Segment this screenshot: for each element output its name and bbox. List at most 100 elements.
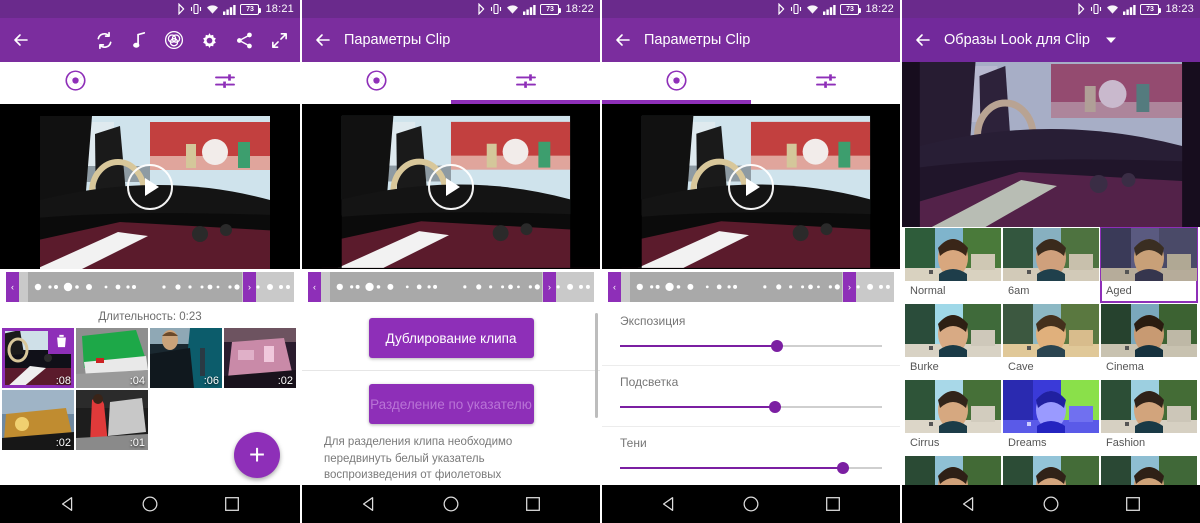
tab-adjust[interactable] <box>451 62 600 104</box>
look-preset-item[interactable]: Cave <box>1003 304 1099 378</box>
nav-back-icon[interactable] <box>58 494 78 514</box>
clip-thumbnail[interactable]: :04 <box>76 328 148 388</box>
slider-knob[interactable] <box>836 462 849 474</box>
split-at-playhead-button[interactable]: Разделение по указателю <box>368 384 534 424</box>
look-preset-item[interactable]: Normal <box>905 228 1001 302</box>
look-video-preview[interactable] <box>902 62 1200 227</box>
expand-icon[interactable] <box>268 29 290 51</box>
scrubber-handle-left[interactable]: ‹ <box>6 272 19 302</box>
look-preset-item-selected[interactable]: Aged <box>1100 227 1198 303</box>
timeline-scrubber[interactable]: ‹ › <box>0 269 300 305</box>
look-preset-item[interactable]: Burke <box>905 304 1001 378</box>
shadows-slider[interactable] <box>620 462 882 474</box>
clip-thumbnail[interactable]: :01 <box>76 390 148 450</box>
back-arrow-icon[interactable] <box>312 29 334 51</box>
clip-thumbnail[interactable]: :02 <box>2 390 74 450</box>
nav-home-icon[interactable] <box>1041 494 1061 514</box>
video-preview[interactable] <box>602 104 900 269</box>
scrubber-handle-right[interactable]: › <box>843 272 856 302</box>
look-name: Cinema <box>1101 357 1197 378</box>
look-preset-item[interactable]: Dreams <box>1003 380 1099 454</box>
battery-level: 73 <box>246 5 254 13</box>
duration-label: Длительность: 0:23 <box>98 311 202 323</box>
nav-back-icon[interactable] <box>959 494 979 514</box>
clip-options-pane: Дублирование клипа Разделение по указате… <box>302 305 600 501</box>
delete-clip-button[interactable] <box>48 328 74 354</box>
vertical-scrollbar[interactable] <box>595 313 598 418</box>
scrubber-track[interactable]: ‹ › <box>608 272 894 302</box>
status-clock: 18:22 <box>865 3 894 15</box>
play-icon[interactable] <box>728 163 774 210</box>
exposure-slider[interactable] <box>620 340 882 352</box>
clip-thumbnail[interactable]: :02 <box>224 328 296 388</box>
gear-icon[interactable] <box>198 29 220 51</box>
sync-icon[interactable] <box>93 29 115 51</box>
scrubber-handle-right[interactable]: › <box>543 272 556 302</box>
scrubber-track[interactable]: ‹ › <box>6 272 294 302</box>
tab-bar <box>302 62 600 104</box>
play-icon[interactable] <box>428 163 474 210</box>
slider-knob[interactable] <box>768 401 781 413</box>
look-name: Burke <box>905 357 1001 378</box>
toolbar-icons <box>93 29 290 51</box>
video-preview[interactable] <box>0 104 300 269</box>
nav-home-icon[interactable] <box>140 494 160 514</box>
back-arrow-icon[interactable] <box>612 29 634 51</box>
video-preview[interactable] <box>302 104 600 269</box>
nav-home-icon[interactable] <box>741 494 761 514</box>
look-preset-item[interactable]: 6am <box>1003 228 1099 302</box>
scrubber-track[interactable]: ‹ › <box>308 272 594 302</box>
color-blend-icon[interactable] <box>163 29 185 51</box>
clip-thumbnail[interactable]: :06 <box>150 328 222 388</box>
look-name: Cirrus <box>905 433 1001 454</box>
tab-adjust[interactable] <box>751 62 900 104</box>
look-preset-item[interactable]: Cirrus <box>905 380 1001 454</box>
slider-knob[interactable] <box>771 340 784 352</box>
nav-back-icon[interactable] <box>359 494 379 514</box>
preview-frame <box>902 62 1200 227</box>
look-thumbnail <box>1003 304 1099 357</box>
play-triangle <box>145 177 159 196</box>
scrubber-handle-left[interactable]: ‹ <box>608 272 621 302</box>
clip-duration: :02 <box>277 375 293 387</box>
scrubber-handle-right[interactable]: › <box>243 272 256 302</box>
look-preset-item[interactable]: Fashion <box>1101 380 1197 454</box>
highlights-slider[interactable] <box>620 401 882 413</box>
clip-duration: :01 <box>129 437 145 449</box>
tab-aperture[interactable] <box>302 62 451 104</box>
clip-thumbnail[interactable]: :08 <box>2 328 74 388</box>
scrubber-handle-left[interactable]: ‹ <box>308 272 321 302</box>
status-bar: 73 18:21 <box>0 0 300 18</box>
slider-row: Тени <box>602 427 900 488</box>
phone-screen-4: 73 18:23 Образы Look для Clip Normal 6am… <box>900 0 1200 523</box>
clip-duration: :04 <box>129 375 145 387</box>
timeline-scrubber[interactable]: ‹ › <box>602 269 900 305</box>
back-arrow-icon[interactable] <box>10 29 32 51</box>
handle-right-glyph: › <box>248 282 251 292</box>
play-icon[interactable] <box>127 163 173 210</box>
tab-aperture[interactable] <box>602 62 751 104</box>
tab-adjust[interactable] <box>150 62 300 104</box>
add-clip-button[interactable]: + <box>234 432 280 478</box>
nav-recents-icon[interactable] <box>1123 494 1143 514</box>
nav-back-icon[interactable] <box>659 494 679 514</box>
chevron-down-icon[interactable] <box>1100 29 1122 51</box>
page-title: Образы Look для Clip <box>944 32 1090 48</box>
music-note-icon[interactable] <box>128 29 150 51</box>
nav-recents-icon[interactable] <box>222 494 242 514</box>
nav-recents-icon[interactable] <box>523 494 543 514</box>
nav-recents-icon[interactable] <box>823 494 843 514</box>
bluetooth-icon <box>177 3 186 15</box>
look-preset-item[interactable]: Cinema <box>1101 304 1197 378</box>
nav-home-icon[interactable] <box>441 494 461 514</box>
tab-aperture[interactable] <box>0 62 150 104</box>
sliders-icon <box>815 72 837 95</box>
back-arrow-icon[interactable] <box>912 29 934 51</box>
share-icon[interactable] <box>233 29 255 51</box>
battery-level: 73 <box>1146 5 1154 13</box>
duplicate-clip-button[interactable]: Дублирование клипа <box>368 318 534 358</box>
timeline-scrubber[interactable]: ‹ › <box>302 269 600 305</box>
battery-level: 73 <box>546 5 554 13</box>
look-name: Normal <box>905 281 1001 302</box>
sliders-icon <box>214 72 236 95</box>
